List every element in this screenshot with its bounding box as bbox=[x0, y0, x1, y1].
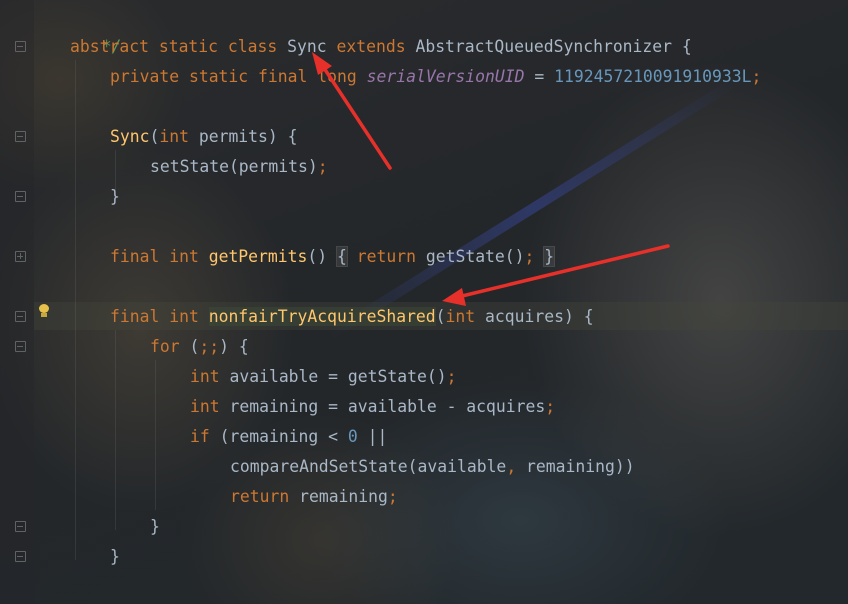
arrow-to-sync-class bbox=[312, 52, 392, 170]
annotation-overlay bbox=[312, 52, 670, 306]
arrow-to-nonfair-method bbox=[442, 244, 670, 306]
